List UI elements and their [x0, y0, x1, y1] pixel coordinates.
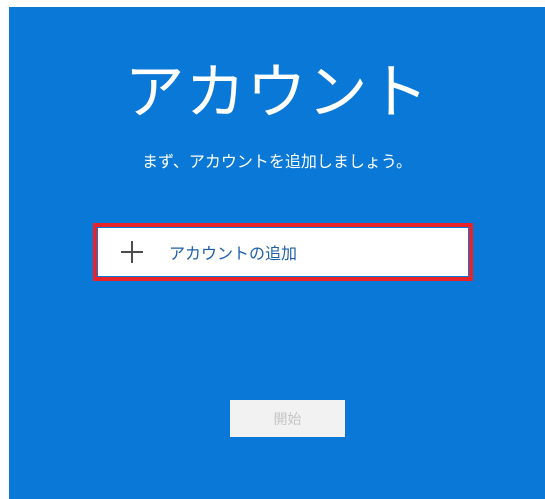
page-title: アカウント	[124, 58, 430, 128]
account-panel: アカウント まず、アカウントを追加しましょう。 アカウントの追加 開始	[9, 7, 545, 499]
page-subtitle: まず、アカウントを追加しましょう。	[142, 152, 412, 171]
add-account-label: アカウントの追加	[169, 244, 298, 263]
plus-icon	[121, 241, 143, 263]
start-button[interactable]: 開始	[230, 400, 345, 437]
add-account-button[interactable]: アカウントの追加	[98, 228, 468, 276]
